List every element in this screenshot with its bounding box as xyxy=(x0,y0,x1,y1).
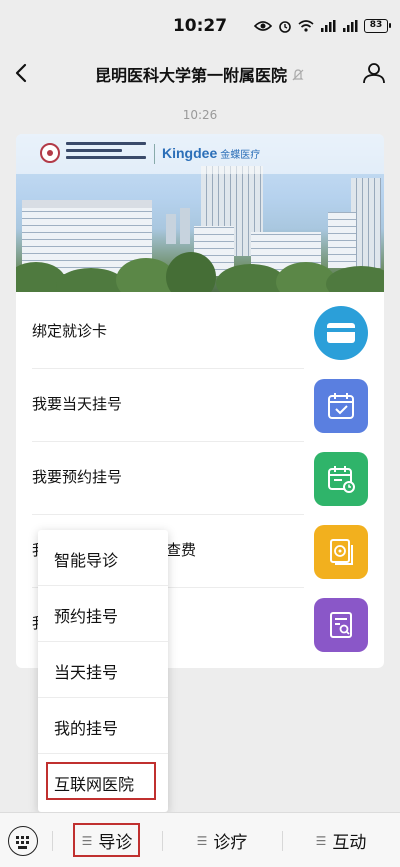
menu-lines-icon: ☰ xyxy=(196,833,208,848)
banner-header: Kingdee 金蝶医疗 xyxy=(16,134,384,174)
profile-button[interactable] xyxy=(360,59,388,87)
menu-item-label: 查费 xyxy=(166,541,197,559)
menu-item-label: 绑定就诊卡 xyxy=(32,322,108,340)
menu-item-appointment-register[interactable]: 我要预约挂号 xyxy=(16,442,384,515)
kingdee-logo: Kingdee 金蝶医疗 xyxy=(162,145,261,161)
bottom-menu-bar: ☰ 导诊 ☰ 诊疗 ☰ 互动 xyxy=(0,812,400,867)
menu-item-bind-card[interactable]: 绑定就诊卡 xyxy=(16,296,384,369)
person-icon xyxy=(363,63,385,84)
popup-item-internet-hospital[interactable]: 互联网医院 xyxy=(38,754,168,810)
popup-item-smart-guide[interactable]: 智能导诊 xyxy=(38,530,168,586)
back-button[interactable] xyxy=(8,59,36,87)
wifi-icon xyxy=(298,20,314,32)
calendar-clock-icon xyxy=(314,452,368,506)
menu-item-same-day-register[interactable]: 我要当天挂号 xyxy=(16,369,384,442)
status-bar: 10:27 83 xyxy=(0,0,400,50)
popup-item-my-registrations[interactable]: 我的挂号 xyxy=(38,698,168,754)
bottom-tab-interact[interactable]: ☰ 互动 xyxy=(282,813,400,867)
hospital-logo-text xyxy=(66,142,146,163)
hospital-logo-icon xyxy=(40,143,60,163)
money-icon xyxy=(314,525,368,579)
signal-icon xyxy=(321,20,336,32)
eye-icon xyxy=(254,21,272,31)
signal-icon-2 xyxy=(343,20,358,32)
chevron-left-icon xyxy=(15,63,27,83)
battery-icon: 83 xyxy=(364,19,391,33)
alarm-icon xyxy=(279,21,291,33)
hospital-banner-image: Kingdee 金蝶医疗 xyxy=(16,134,384,292)
guide-popup-menu: 智能导诊 预约挂号 当天挂号 我的挂号 互联网医院 xyxy=(38,530,168,812)
report-icon xyxy=(314,598,368,652)
calendar-check-icon xyxy=(314,379,368,433)
menu-item-label: 我要预约挂号 xyxy=(32,468,123,486)
popup-item-appointment[interactable]: 预约挂号 xyxy=(38,586,168,642)
menu-lines-icon: ☰ xyxy=(315,833,327,848)
nav-bar: 昆明医科大学第一附属医院 xyxy=(0,50,400,96)
bottom-tab-treatment[interactable]: ☰ 诊疗 xyxy=(162,813,282,867)
chat-timestamp: 10:26 xyxy=(182,108,218,122)
status-icons: 83 xyxy=(254,19,391,33)
page-title-text: 昆明医科大学第一附属医院 xyxy=(94,66,287,85)
keyboard-toggle-button[interactable] xyxy=(8,826,38,856)
card-icon xyxy=(314,306,368,360)
page-title: 昆明医科大学第一附属医院 xyxy=(50,62,350,86)
highlight-box xyxy=(73,823,140,857)
menu-item-label: 我要当天挂号 xyxy=(32,395,123,413)
mute-icon xyxy=(291,67,305,86)
popup-item-same-day[interactable]: 当天挂号 xyxy=(38,642,168,698)
